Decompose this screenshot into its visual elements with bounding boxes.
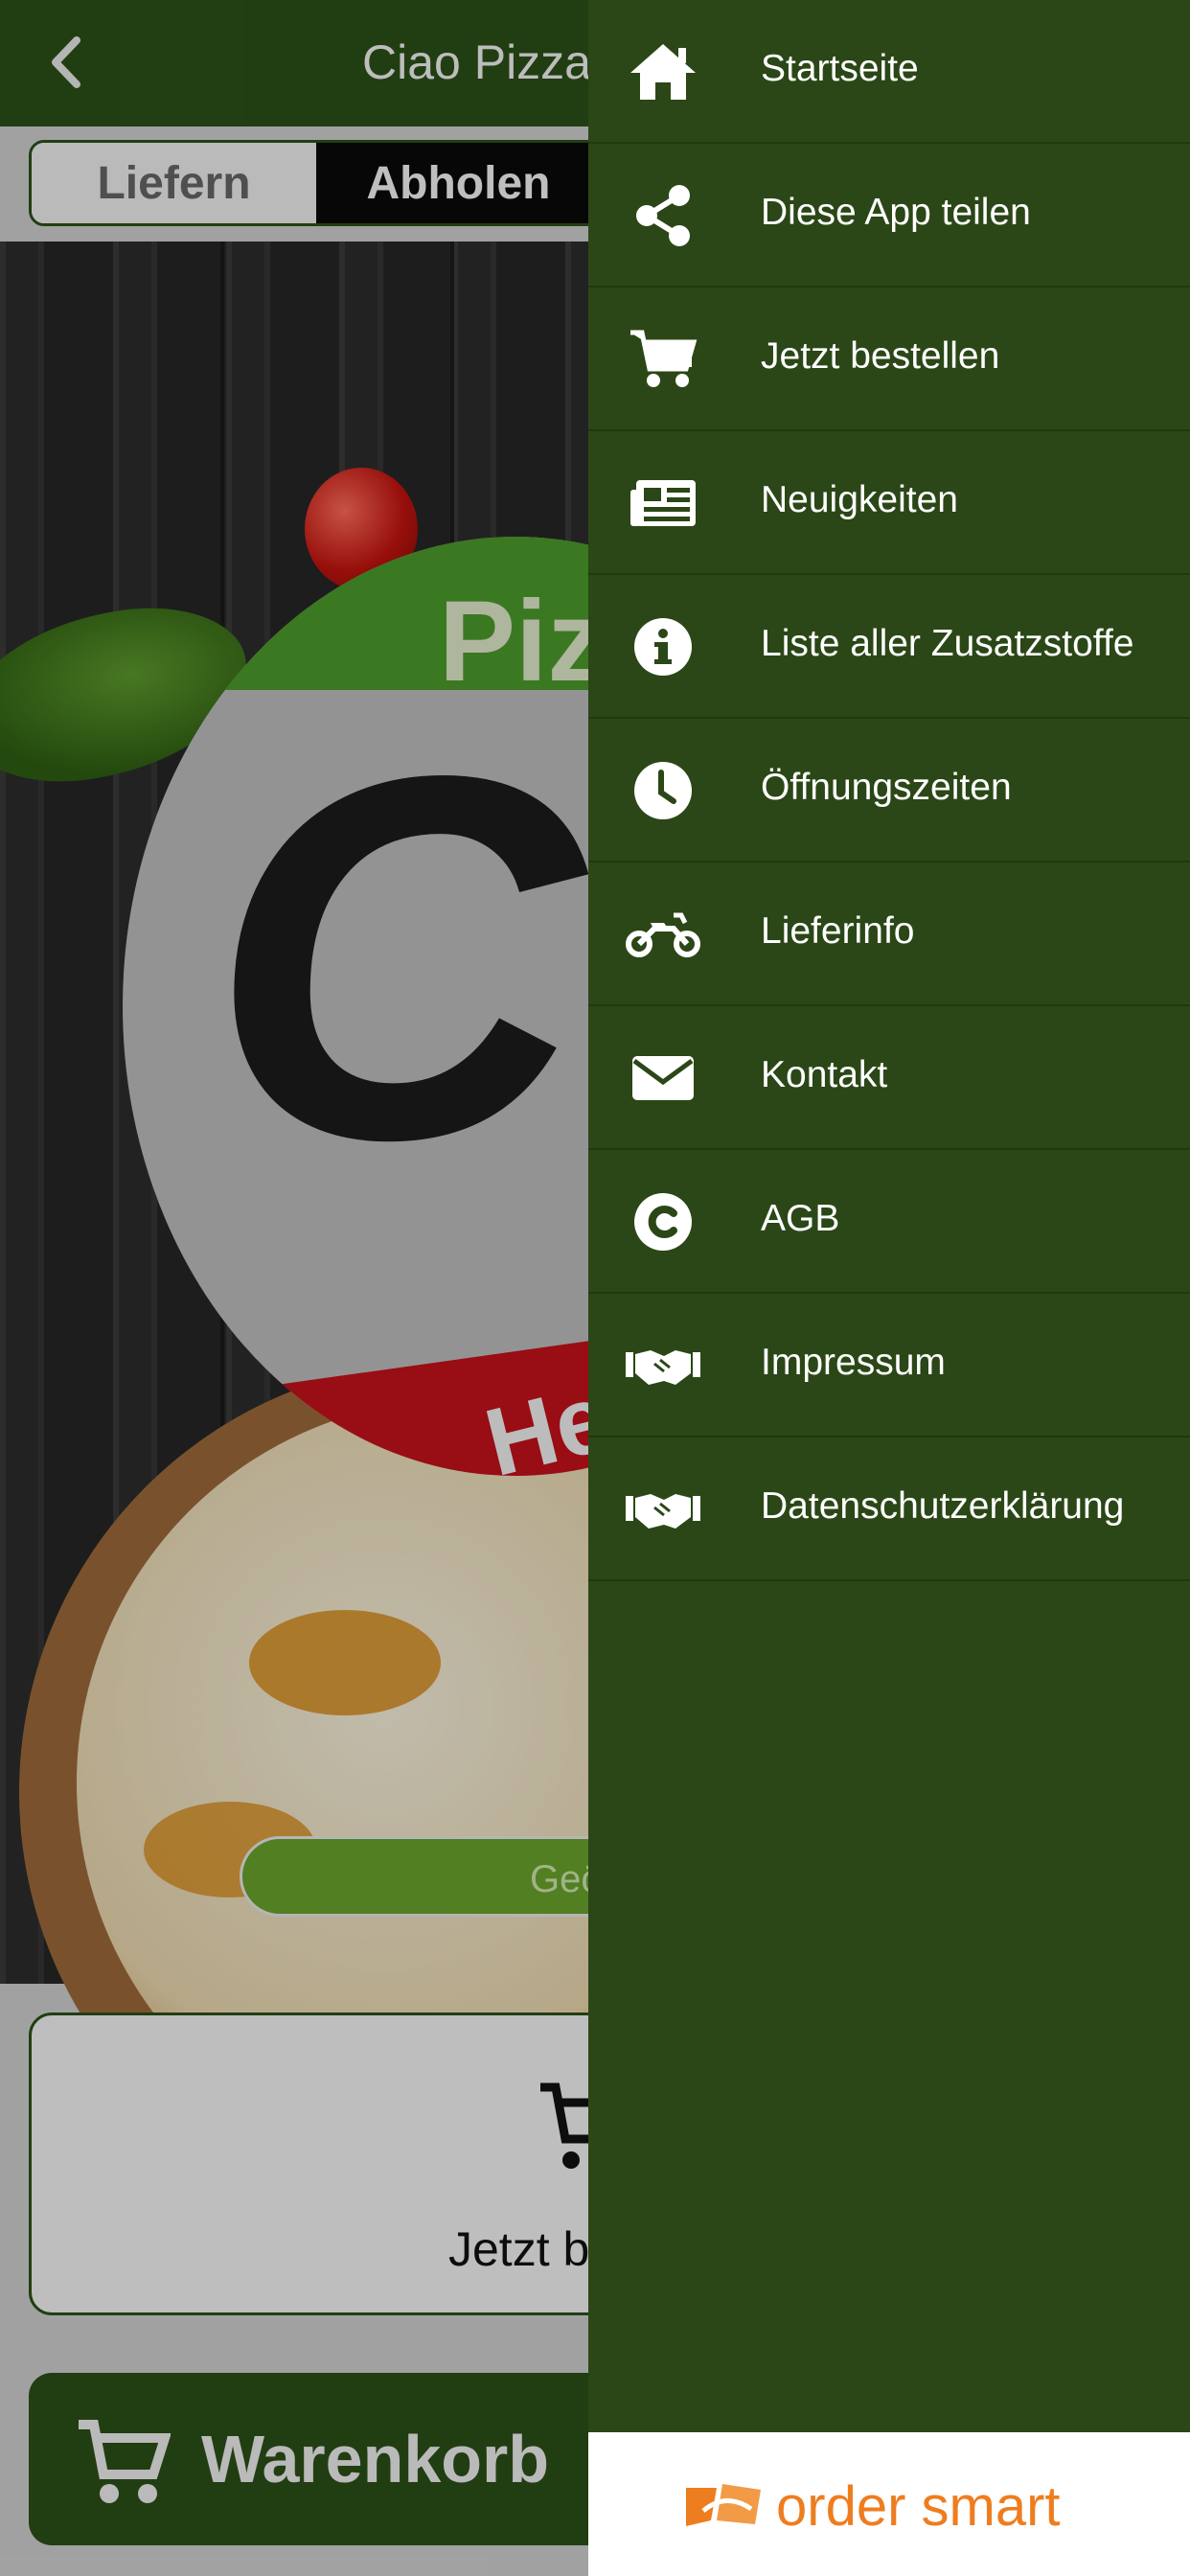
brand-name: order smart — [776, 2475, 1061, 2538]
cart-label: Warenkorb — [201, 2422, 550, 2496]
menu-item-privacy[interactable]: Datenschutzerklärung — [588, 1438, 1190, 1581]
menu-item-label: Datenschutzerklärung — [761, 1485, 1125, 1527]
menu-item-imprint[interactable]: Impressum — [588, 1294, 1190, 1438]
pizza-topping — [249, 1610, 441, 1715]
menu-item-order-now[interactable]: Jetzt bestellen — [588, 288, 1190, 431]
toggle-delivery[interactable]: Liefern — [32, 143, 316, 223]
copyright-icon — [625, 1188, 701, 1255]
order-smart-logo-icon — [684, 2482, 763, 2532]
toggle-pickup[interactable]: Abholen — [316, 143, 601, 223]
order-smart-logo: order smart — [684, 2474, 1061, 2539]
menu-item-startseite[interactable]: Startseite — [588, 0, 1190, 144]
cart-icon — [75, 2415, 172, 2512]
envelope-icon — [625, 1045, 701, 1112]
menu-item-label: Lieferinfo — [761, 910, 915, 952]
home-icon — [625, 38, 701, 105]
menu-item-label: Liste aller Zusatzstoffe — [761, 623, 1134, 664]
chevron-left-icon — [52, 36, 80, 88]
menu-item-label: Diese App teilen — [761, 192, 1031, 233]
info-icon — [625, 613, 701, 680]
menu-item-additives[interactable]: Liste aller Zusatzstoffe — [588, 575, 1190, 719]
drawer-footer: order smart — [588, 2432, 1190, 2576]
menu-item-label: Öffnungszeiten — [761, 767, 1012, 808]
order-now-label: Jetzt b — [448, 2222, 590, 2276]
page-title: Ciao Pizza I — [362, 35, 618, 89]
menu-item-label: AGB — [761, 1198, 840, 1239]
menu-item-label: Jetzt bestellen — [761, 335, 1000, 377]
handshake-icon — [625, 1332, 701, 1399]
menu-item-share[interactable]: Diese App teilen — [588, 144, 1190, 288]
navigation-drawer: Startseite Diese App teilen Jetzt bestel… — [588, 0, 1190, 2576]
newspaper-icon — [625, 470, 701, 537]
share-icon — [625, 182, 701, 249]
back-button[interactable] — [34, 29, 102, 96]
menu-item-label: Impressum — [761, 1342, 946, 1383]
menu-item-label: Neuigkeiten — [761, 479, 958, 520]
menu-item-label: Startseite — [761, 48, 919, 89]
menu-item-contact[interactable]: Kontakt — [588, 1006, 1190, 1150]
cart-icon — [625, 326, 701, 393]
delivery-mode-toggle[interactable]: Liefern Abholen — [29, 140, 604, 226]
menu-item-label: Kontakt — [761, 1054, 888, 1095]
menu-item-news[interactable]: Neuigkeiten — [588, 431, 1190, 575]
handshake-icon — [625, 1476, 701, 1543]
motorcycle-icon — [625, 901, 701, 968]
clock-icon — [625, 757, 701, 824]
menu-item-terms[interactable]: AGB — [588, 1150, 1190, 1294]
menu-item-delivery-info[interactable]: Lieferinfo — [588, 862, 1190, 1006]
menu-item-opening-hours[interactable]: Öffnungszeiten — [588, 719, 1190, 862]
